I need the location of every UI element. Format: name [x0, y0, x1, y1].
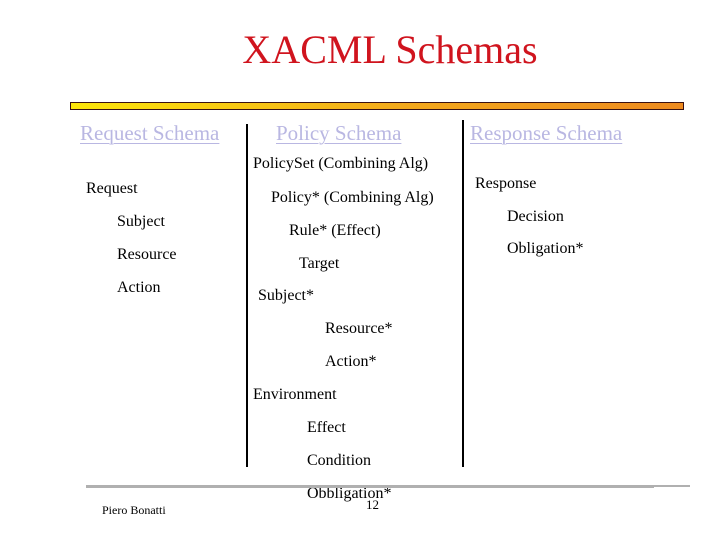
policy-item: Subject* — [258, 287, 314, 304]
column-divider-left — [246, 124, 248, 467]
request-item: Resource — [117, 246, 177, 263]
policy-item: Resource* — [325, 320, 393, 337]
response-item: Obligation* — [507, 240, 584, 257]
footer-author: Piero Bonatti — [102, 503, 166, 517]
response-item: Decision — [507, 208, 564, 225]
footer-rule — [86, 485, 654, 488]
policy-item: Target — [299, 255, 340, 272]
request-item: Action — [117, 279, 161, 296]
response-item: Response — [475, 175, 537, 192]
page-number: 12 — [366, 497, 379, 512]
policy-schema-heading[interactable]: Policy Schema — [276, 119, 401, 147]
slide-title: XACML Schemas — [242, 27, 538, 72]
request-item: Request — [86, 180, 138, 197]
policy-item: Effect — [307, 419, 346, 436]
policy-item: Rule* (Effect) — [289, 222, 381, 239]
policy-item: Environment — [253, 386, 337, 403]
policy-item: Policy* (Combining Alg) — [271, 189, 434, 206]
policy-item: PolicySet (Combining Alg) — [253, 155, 429, 172]
policy-item: Action* — [325, 353, 377, 370]
request-schema-heading[interactable]: Request Schema — [80, 119, 219, 147]
footer-rule-extension — [620, 485, 690, 487]
request-item: Subject — [117, 213, 165, 230]
column-divider-right — [462, 120, 464, 467]
title-underline-bar — [70, 102, 684, 110]
policy-item: Condition — [307, 452, 372, 469]
response-schema-heading[interactable]: Response Schema — [470, 119, 622, 147]
